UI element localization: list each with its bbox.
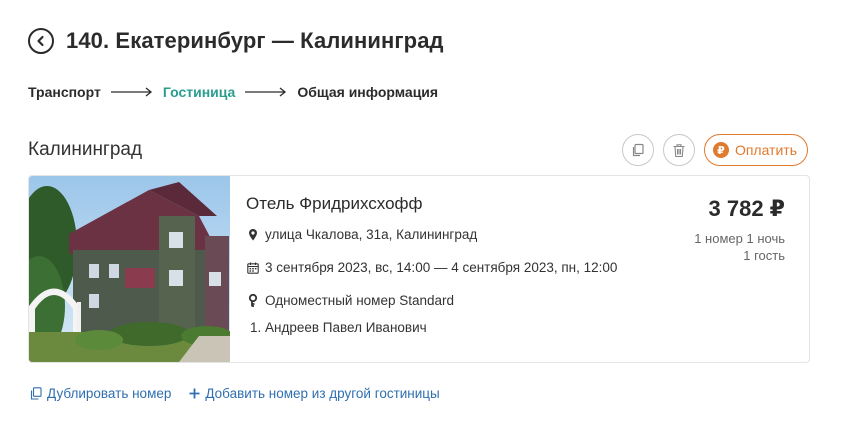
delete-button[interactable]	[662, 134, 695, 166]
ruble-icon: ₽	[712, 142, 729, 158]
pay-button[interactable]: ₽ Оплатить	[703, 134, 808, 166]
room-type-row: Одноместный номер Standard	[246, 293, 793, 308]
hotel-card[interactable]: Отель Фридрихсхофф улица Чкалова, 31а, К…	[28, 175, 810, 363]
add-room-other-hotel-label: Добавить номер из другой гостиницы	[205, 386, 440, 401]
step-transport[interactable]: Транспорт	[28, 84, 101, 100]
copy-icon	[632, 143, 644, 157]
booking-steps: Транспорт Гостиница Общая информация	[28, 84, 438, 100]
page-header: 140. Екатеринбург — Калининград	[28, 28, 444, 54]
guest-name: 1. Андреев Павел Иванович	[250, 320, 427, 335]
add-room-other-hotel-link[interactable]: Добавить номер из другой гостиницы	[189, 386, 440, 401]
duplicate-room-link[interactable]: Дублировать номер	[30, 386, 171, 401]
section-actions: ₽ Оплатить	[613, 134, 808, 166]
step-hotel[interactable]: Гостиница	[163, 84, 235, 100]
location-pin-icon	[246, 228, 260, 241]
copy-icon	[30, 387, 42, 400]
room-type: Одноместный номер Standard	[265, 293, 455, 308]
hotel-address: улица Чкалова, 31а, Калининград	[265, 227, 478, 242]
stay-dates: 3 сентября 2023, вс, 14:00 — 4 сентября …	[265, 260, 618, 275]
price: 3 782 ₽	[708, 196, 785, 221]
back-button[interactable]	[28, 28, 54, 54]
key-icon	[246, 294, 260, 307]
pay-button-label: Оплатить	[734, 142, 797, 158]
city-section-header: Калининград ₽ Оплатить	[28, 133, 808, 167]
hotel-photo	[29, 176, 230, 362]
bottom-links: Дублировать номер Добавить номер из друг…	[30, 386, 458, 401]
trash-icon	[673, 143, 685, 157]
hotel-info: Отель Фридрихсхофф улица Чкалова, 31а, К…	[230, 176, 809, 362]
guests-count: 1 гость	[743, 248, 785, 263]
price-box: 3 782 ₽ 1 номер 1 ночь 1 гость	[694, 196, 785, 264]
page-title: 140. Екатеринбург — Калининград	[66, 28, 444, 53]
rooms-nights: 1 номер 1 ночь	[694, 231, 785, 246]
duplicate-room-label: Дублировать номер	[47, 386, 172, 401]
plus-icon	[189, 388, 200, 399]
chevron-left-icon	[37, 35, 44, 47]
step-general-info[interactable]: Общая информация	[297, 84, 438, 100]
arrow-right-icon	[110, 87, 153, 97]
city-title: Калининград	[28, 139, 143, 160]
calendar-icon	[246, 262, 260, 274]
arrow-right-icon	[245, 87, 287, 97]
copy-button[interactable]	[621, 134, 654, 166]
guest-row: 1. Андреев Павел Иванович	[246, 320, 793, 335]
